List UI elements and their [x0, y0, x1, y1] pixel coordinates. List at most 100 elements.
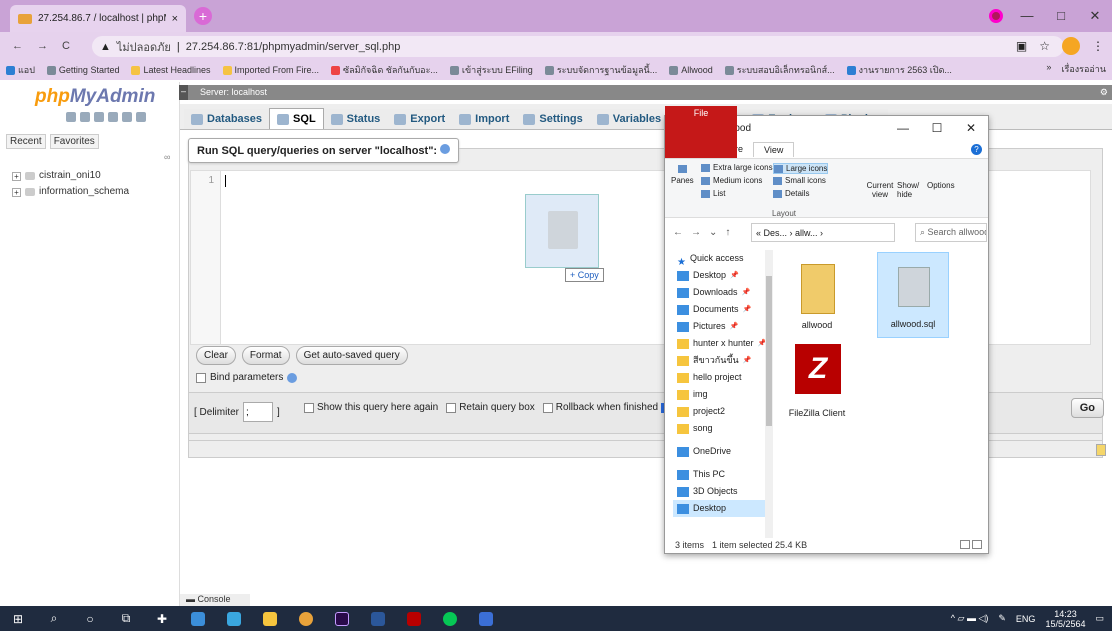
link-icon[interactable]: ∞ [164, 152, 170, 162]
explorer-maximize-button[interactable]: ☐ [920, 116, 954, 140]
details-view-icon[interactable] [960, 540, 970, 549]
nav-item[interactable]: song [673, 420, 773, 437]
maximize-button[interactable]: □ [1044, 0, 1078, 32]
home-icon[interactable] [66, 112, 76, 122]
database-item[interactable]: + cistrain_oni10 [12, 168, 129, 184]
show-hide-button[interactable]: Show/ hide [897, 181, 925, 199]
nav-item[interactable]: ★ Quick access [673, 250, 773, 268]
pen-icon[interactable]: ✎ [998, 613, 1006, 624]
task-view-icon[interactable]: ⧉ [108, 606, 144, 631]
minimize-button[interactable]: — [1010, 0, 1044, 32]
tab-export[interactable]: Export [387, 109, 453, 129]
search-icon[interactable]: ⌕ [36, 606, 72, 631]
bookmark-item[interactable]: งานรายการ 2563 เปิด... [846, 63, 952, 77]
nav-item[interactable]: hello project [673, 369, 773, 386]
reload-icon[interactable]: C [62, 40, 70, 52]
pin-icon[interactable]: 📌 [730, 318, 739, 335]
database-name[interactable]: information_schema [39, 184, 129, 200]
tab-close-icon[interactable]: × [172, 13, 178, 25]
premiere-icon[interactable] [324, 606, 360, 631]
bookmark-item[interactable]: Latest Headlines [131, 65, 211, 75]
clear-button[interactable]: Clear [196, 346, 236, 365]
database-item[interactable]: + information_schema [12, 184, 129, 200]
bookmark-item[interactable]: Imported From Fire... [222, 65, 319, 75]
line-icon[interactable] [432, 606, 468, 631]
filezilla-icon[interactable] [396, 606, 432, 631]
recent-locations-icon[interactable]: ⌄ [709, 227, 717, 238]
pin-icon[interactable]: 📌 [743, 301, 752, 318]
ribbon-tab-view[interactable]: View [753, 141, 795, 157]
tab-databases[interactable]: Databases [184, 109, 270, 129]
nav-item[interactable]: Downloads 📌 [673, 284, 773, 301]
nav-item[interactable]: 3D Objects [673, 483, 773, 500]
notification-icon[interactable]: ▭ [1095, 613, 1104, 624]
up-icon[interactable]: ↑ [725, 227, 730, 238]
file-item[interactable]: allwood [781, 252, 853, 338]
logout-icon[interactable] [80, 112, 90, 122]
get-auto-saved-query-button[interactable]: Get auto-saved query [295, 346, 408, 365]
help-icon[interactable] [440, 144, 451, 154]
go-button[interactable]: Go [1070, 398, 1104, 418]
console-toggle[interactable]: ▬ Console [180, 594, 250, 606]
list-option[interactable]: List [701, 189, 725, 198]
large-icons-option[interactable]: Large icons [773, 163, 829, 174]
file-item[interactable]: Z FileZilla Client [781, 340, 853, 426]
nav-item[interactable]: Pictures 📌 [673, 318, 773, 335]
explorer-breadcrumb[interactable]: « Des... › allw... › [751, 223, 895, 242]
back-icon[interactable]: ← [12, 40, 23, 52]
bookmark-item[interactable]: ระบบจัดการฐานข้อมูลนี้... [544, 63, 657, 77]
collapse-icon[interactable]: – [179, 85, 188, 100]
phpmyadmin-logo[interactable]: phpMyAdmin [35, 86, 155, 108]
file-explorer-icon[interactable] [252, 606, 288, 631]
docs-icon[interactable] [108, 112, 118, 122]
tab-variables[interactable]: Variables [589, 109, 669, 129]
tab-settings[interactable]: Settings [516, 109, 590, 129]
expand-icon[interactable]: + [12, 187, 21, 197]
gear-icon[interactable]: ⚙ [1100, 85, 1108, 100]
help-icon[interactable] [94, 112, 104, 122]
bookmark-item[interactable]: เข้าสู่ระบบ EFiling [449, 63, 533, 77]
small-icons-option[interactable]: Small icons [773, 176, 826, 185]
database-name[interactable]: cistrain_oni10 [39, 168, 101, 184]
delimiter-input[interactable] [243, 402, 274, 422]
file-item[interactable]: allwood.sql [877, 252, 949, 338]
profile-avatar[interactable] [1062, 37, 1080, 55]
nav-item[interactable]: Desktop 📌 [673, 267, 773, 284]
back-icon[interactable]: ← [673, 227, 683, 238]
close-window-button[interactable]: ✕ [1078, 0, 1112, 32]
details-option[interactable]: Details [773, 189, 809, 198]
recent-tab[interactable]: Recent [6, 134, 46, 149]
nav-item[interactable]: สีขาวกันขึ้น 📌 [673, 352, 773, 369]
pin-icon[interactable]: 📌 [743, 352, 752, 369]
favorites-tab[interactable]: Favorites [49, 134, 99, 149]
bookmark-item[interactable]: ซัลมิกัจฉิด ชัลกันกับอะ... [331, 63, 438, 77]
extra-large-icons-option[interactable]: Extra large icons [701, 163, 773, 172]
url-field[interactable]: ▲ ไม่ปลอดภัย | 27.254.86.7:81/phpmyadmin… [92, 36, 1064, 57]
pinned-app-icon[interactable]: ✚ [144, 606, 180, 631]
language-indicator[interactable]: ENG [1016, 614, 1036, 624]
show-query-again-option[interactable]: Show this query here again [304, 402, 438, 413]
app-icon[interactable] [216, 606, 252, 631]
reading-list-button[interactable]: เรื่องรออ่าน [1061, 62, 1106, 76]
nav-item[interactable]: Documents 📌 [673, 301, 773, 318]
tab-import[interactable]: Import [452, 109, 517, 129]
new-tab-button[interactable]: + [194, 7, 212, 25]
store-icon[interactable] [180, 606, 216, 631]
expand-icon[interactable]: + [12, 171, 21, 181]
translate-icon[interactable]: ▣ [1016, 39, 1027, 53]
explorer-search-input[interactable]: ⌕ Search allwood [915, 223, 987, 242]
options-button[interactable]: Options [927, 181, 955, 190]
format-button[interactable]: Format [241, 346, 290, 365]
bookmark-item[interactable]: ระบบสอบอิเล็กทรอนิกส์... [724, 63, 835, 77]
forward-icon[interactable]: → [691, 227, 701, 238]
bookmark-star-icon[interactable]: ☆ [1039, 39, 1050, 53]
rollback-option[interactable]: Rollback when finished [542, 402, 672, 413]
help-icon[interactable]: ? [971, 143, 982, 155]
word-icon[interactable] [360, 606, 396, 631]
note-icon[interactable] [1096, 444, 1106, 456]
tab-sql[interactable]: SQL [269, 108, 324, 129]
bind-parameters-option[interactable]: Bind parameters [196, 372, 298, 383]
help-icon[interactable] [287, 372, 298, 383]
browser-menu-icon[interactable]: ⋮ [1092, 39, 1104, 53]
nav-item[interactable]: This PC [673, 466, 773, 483]
